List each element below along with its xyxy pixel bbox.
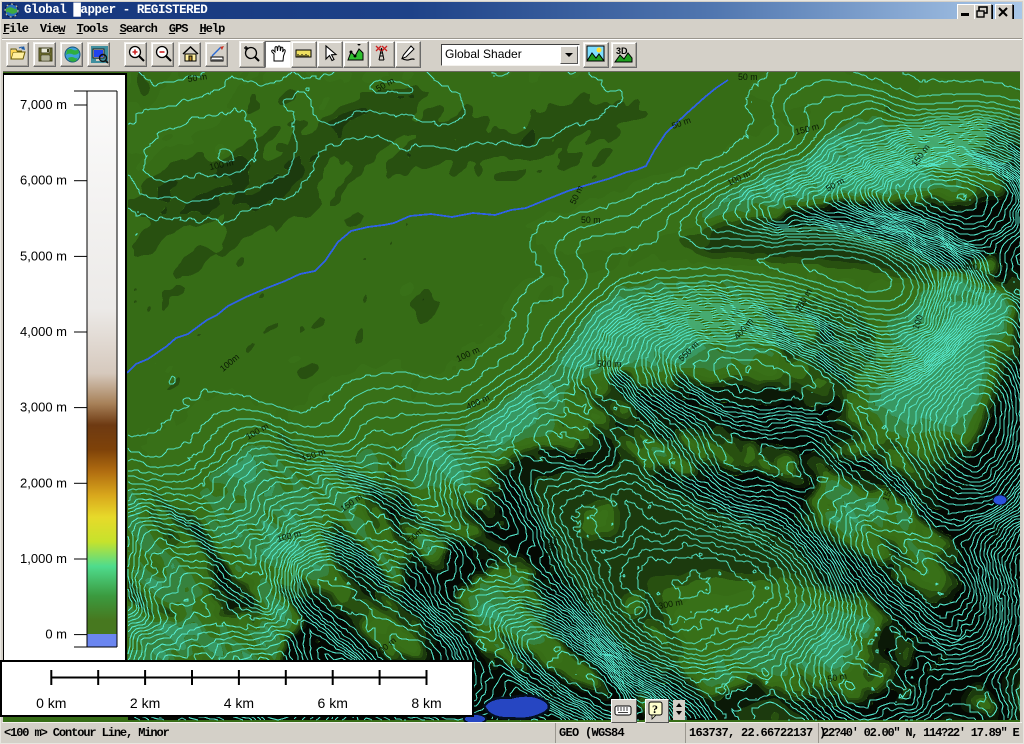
- svg-text:50 m: 50 m: [581, 215, 601, 225]
- svg-text:0 km: 0 km: [36, 695, 66, 711]
- svg-text:1,000 m: 1,000 m: [20, 551, 67, 566]
- svg-text:8 km: 8 km: [411, 695, 441, 711]
- svg-text:400: 400: [963, 262, 978, 272]
- svg-text:50 m: 50 m: [703, 519, 723, 529]
- svg-text:4 km: 4 km: [224, 695, 254, 711]
- svg-text:2,000 m: 2,000 m: [20, 475, 67, 490]
- svg-text:2 km: 2 km: [130, 695, 160, 711]
- svg-text:3D: 3D: [616, 46, 628, 56]
- svg-text:4,000 m: 4,000 m: [20, 324, 67, 339]
- svg-text:?: ?: [652, 702, 658, 716]
- svg-text:5,000 m: 5,000 m: [20, 248, 67, 263]
- svg-text:7,000 m: 7,000 m: [20, 97, 67, 112]
- svg-text:500 m: 500 m: [597, 359, 621, 369]
- svg-text:50 m: 50 m: [738, 72, 758, 82]
- svg-text:6 km: 6 km: [318, 695, 348, 711]
- svg-text:0 m: 0 m: [45, 627, 67, 642]
- svg-text:6,000 m: 6,000 m: [20, 173, 67, 188]
- svg-text:3,000 m: 3,000 m: [20, 400, 67, 415]
